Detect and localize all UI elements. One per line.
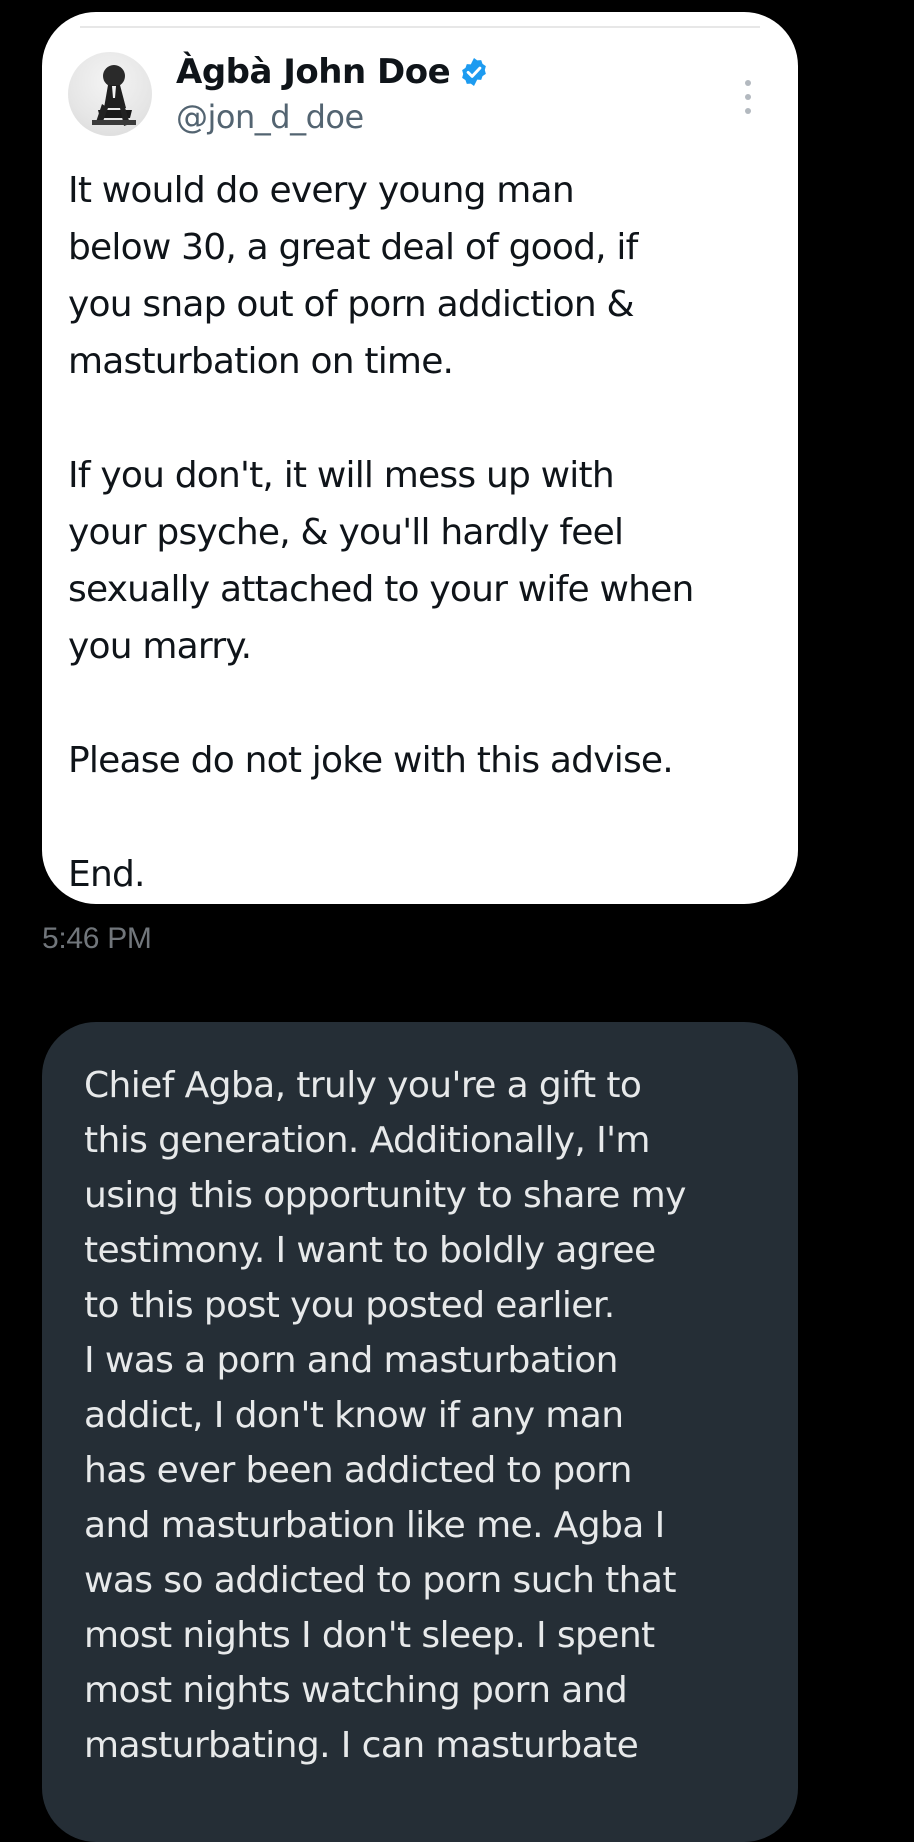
quoted-tweet-card[interactable]: Àgbà John Doe @jon_d_doe It would do eve… [42, 12, 798, 904]
author-avatar[interactable] [68, 52, 152, 136]
card-divider [80, 26, 760, 28]
author-handle[interactable]: @jon_d_doe [176, 98, 364, 136]
author-name[interactable]: Àgbà John Doe [176, 52, 490, 92]
message-timestamp: 5:46 PM [42, 922, 152, 955]
avatar-image [92, 65, 136, 126]
author-name-text[interactable]: Àgbà John Doe [176, 52, 451, 92]
reply-message-text: Chief Agba, truly you're a gift to this … [84, 1065, 686, 1766]
reply-message-bubble[interactable]: Chief Agba, truly you're a gift to this … [42, 1022, 798, 1842]
verified-badge-icon [458, 56, 490, 88]
tweet-text: It would do every young man below 30, a … [68, 170, 694, 895]
more-options-icon[interactable] [742, 80, 754, 114]
